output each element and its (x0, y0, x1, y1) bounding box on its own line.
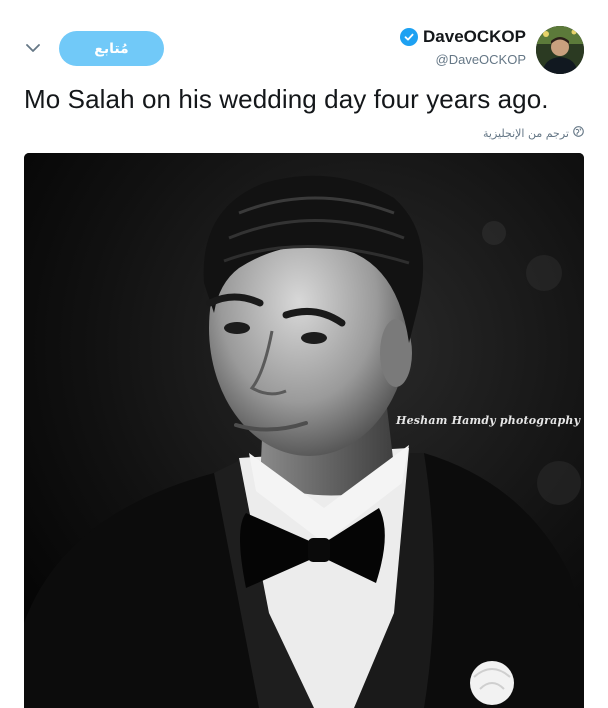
author-info[interactable]: DaveOCKOP @DaveOCKOP (400, 27, 526, 67)
follow-button[interactable]: مُتابع (59, 31, 164, 66)
translate-link[interactable]: ترجم من الإنجليزية (483, 126, 584, 140)
avatar[interactable] (536, 26, 584, 74)
photo-watermark: Hesham Hamdy photography (396, 414, 581, 427)
verified-badge-icon (400, 28, 419, 46)
chevron-down-icon[interactable] (22, 38, 44, 58)
author-display-name[interactable]: DaveOCKOP (423, 27, 526, 47)
author-handle[interactable]: @DaveOCKOP (400, 52, 527, 67)
tweet-text: Mo Salah on his wedding day four years a… (24, 84, 549, 114)
translate-label[interactable]: ترجم من الإنجليزية (483, 127, 569, 140)
globe-icon (573, 126, 584, 140)
tweet-photo[interactable]: Hesham Hamdy photography (24, 153, 584, 708)
